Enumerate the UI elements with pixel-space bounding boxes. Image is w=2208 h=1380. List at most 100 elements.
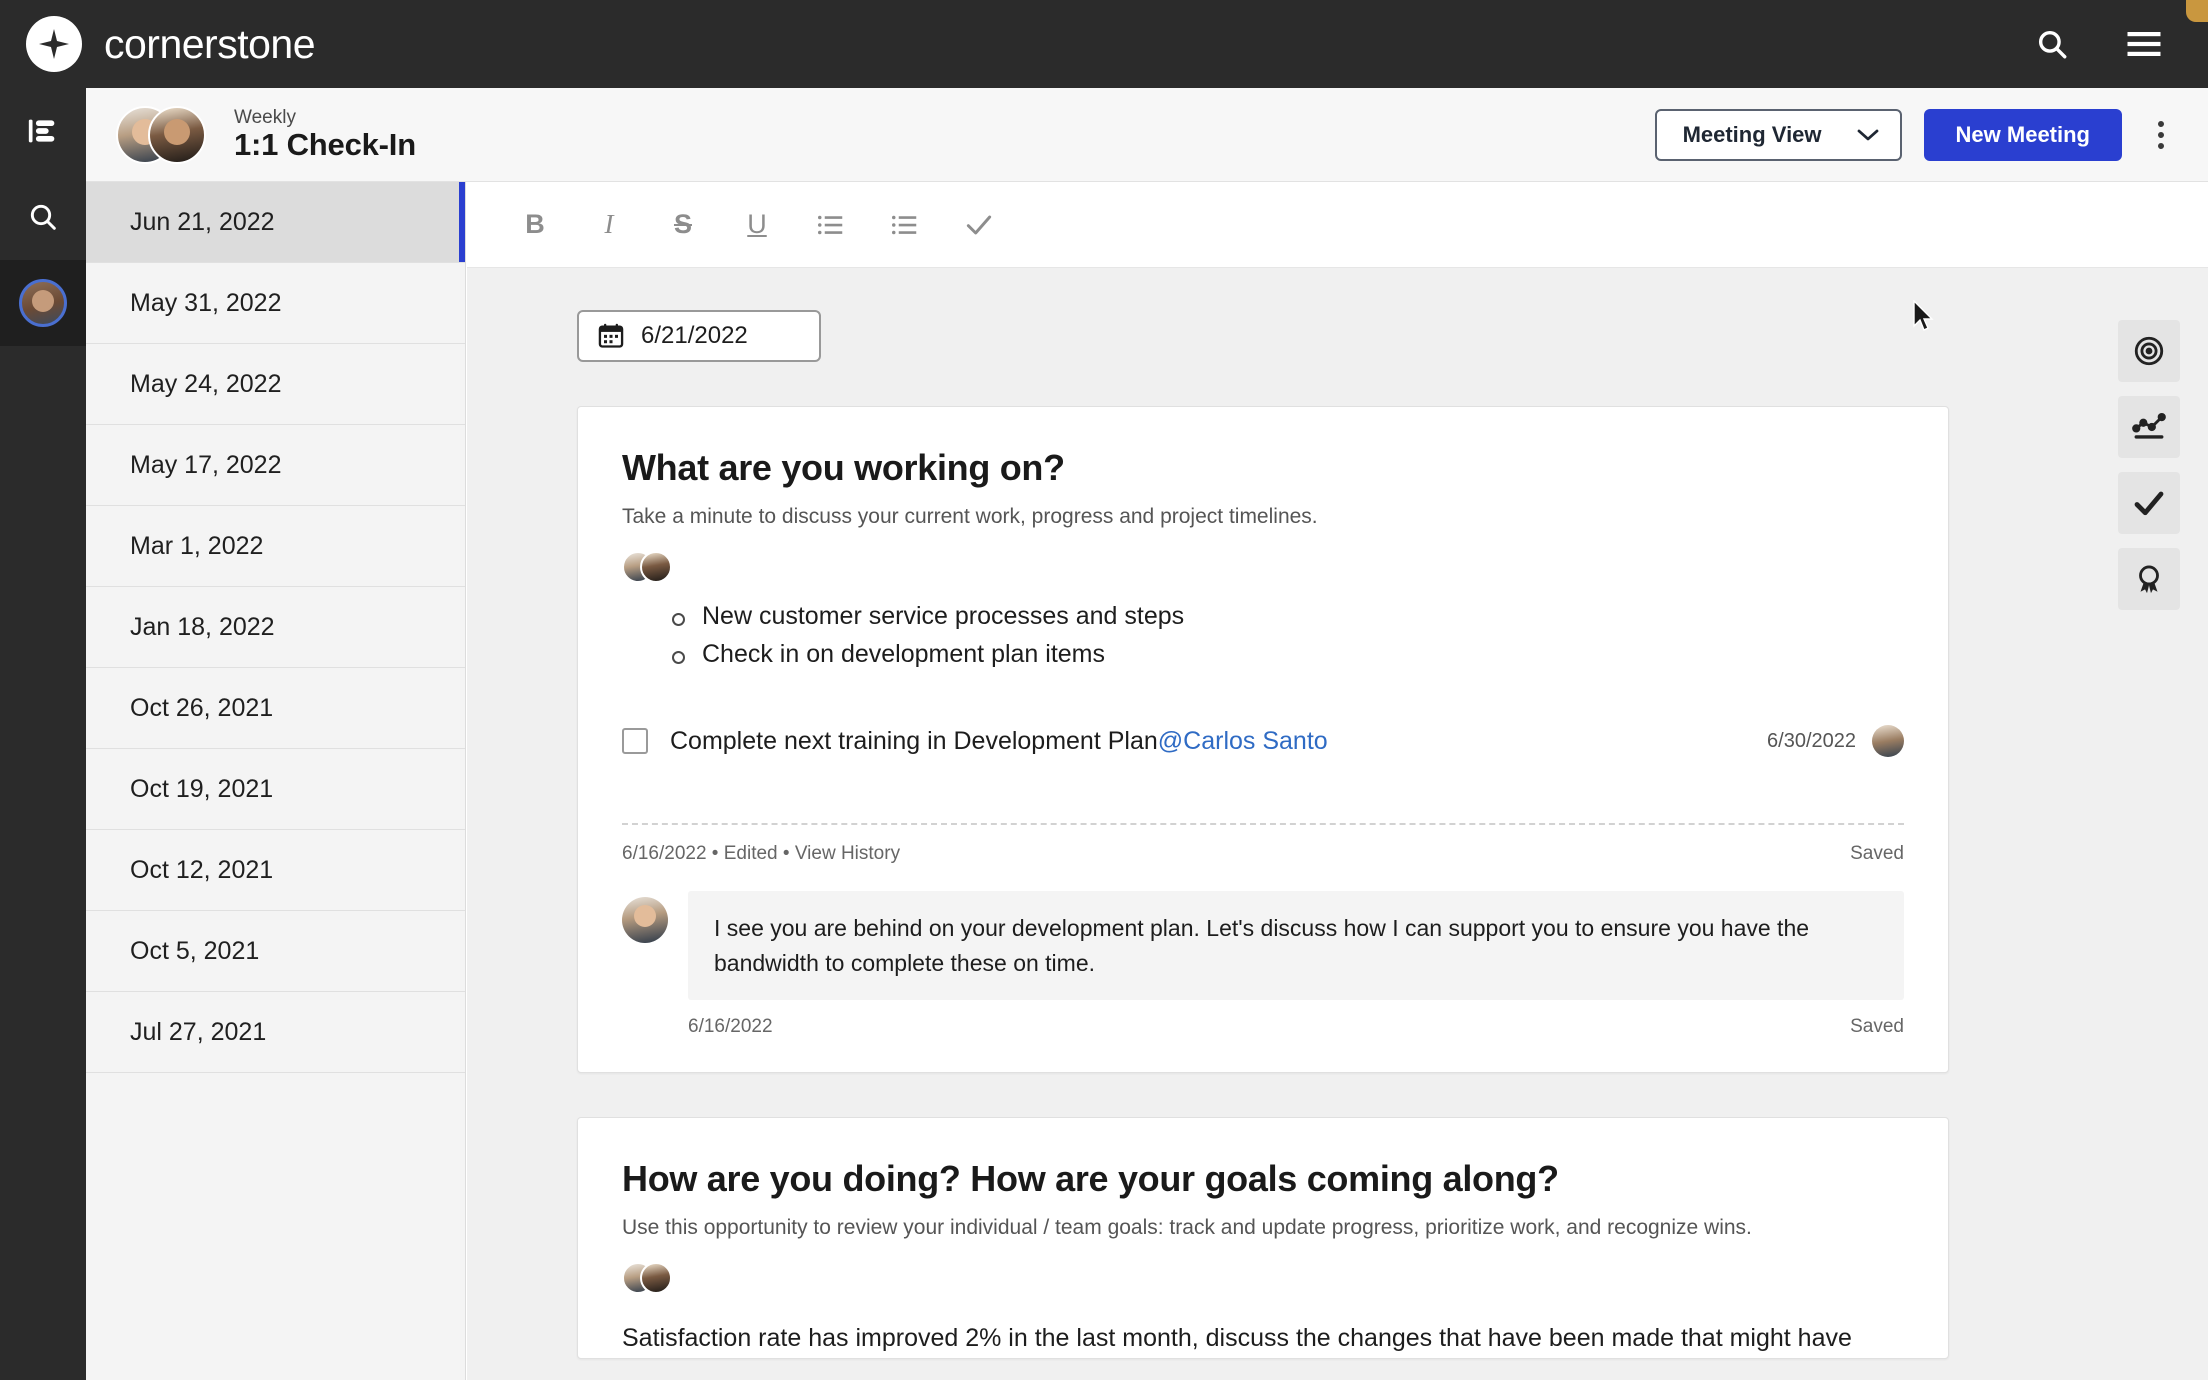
comment-date: 6/16/2022	[688, 1016, 773, 1038]
avatar-participant-2	[148, 106, 206, 164]
meeting-view-label: Meeting View	[1683, 122, 1822, 148]
card-title: What are you working on?	[622, 447, 1904, 489]
list-item[interactable]: Oct 26, 2021	[86, 668, 465, 749]
comment-text[interactable]: I see you are behind on your development…	[688, 891, 1904, 1000]
corner-accent	[2186, 0, 2208, 22]
nav-profile[interactable]	[0, 260, 86, 346]
date-label: May 24, 2022	[130, 370, 282, 399]
brand-name: cornerstone	[104, 21, 315, 68]
top-header-bar: cornerstone	[0, 0, 2208, 88]
panel-goals[interactable]	[2118, 320, 2180, 382]
task-meta: 6/30/2022	[1767, 725, 1904, 757]
cornerstone-star-icon	[26, 16, 82, 72]
note-card-goals: How are you doing? How are your goals co…	[577, 1117, 1949, 1359]
view-history-link[interactable]: View History	[795, 843, 900, 864]
date-label: May 17, 2022	[130, 451, 282, 480]
separator: •	[778, 843, 795, 864]
more-options-icon[interactable]	[2144, 109, 2178, 161]
list-item: Check in on development plan items	[668, 635, 1904, 673]
meeting-view-dropdown[interactable]: Meeting View	[1655, 109, 1902, 161]
date-label: Jul 27, 2021	[130, 1018, 266, 1047]
chevron-down-icon	[1856, 127, 1880, 143]
ordered-list-icon[interactable]	[803, 197, 859, 253]
award-badge-icon	[2132, 562, 2166, 596]
comment-column: I see you are behind on your development…	[688, 891, 1904, 1038]
task-due-date: 6/30/2022	[1767, 730, 1856, 753]
task-checkbox[interactable]	[622, 728, 648, 754]
meeting-date-list[interactable]: Jun 21, 2022 May 31, 2022 May 24, 2022 M…	[86, 182, 466, 1380]
card-subtitle: Take a minute to discuss your current wo…	[622, 505, 1904, 529]
avatar	[19, 279, 67, 327]
card-title: How are you doing? How are your goals co…	[622, 1158, 1904, 1200]
date-label: Mar 1, 2022	[130, 532, 263, 561]
calendar-icon	[597, 322, 625, 350]
card-body-text: Satisfaction rate has improved 2% in the…	[622, 1320, 1904, 1358]
date-label: Oct 26, 2021	[130, 694, 273, 723]
comment-meta: 6/16/2022 Saved	[688, 1016, 1904, 1038]
list-item[interactable]: May 17, 2022	[86, 425, 465, 506]
list-item[interactable]: May 24, 2022	[86, 344, 465, 425]
task-assignee-avatar	[1872, 725, 1904, 757]
new-meeting-button[interactable]: New Meeting	[1924, 109, 2122, 161]
comment-save-status: Saved	[1850, 1016, 1904, 1038]
nav-list[interactable]	[0, 88, 86, 174]
list-item[interactable]: May 31, 2022	[86, 263, 465, 344]
underline-button[interactable]: U	[729, 197, 785, 253]
note-edited-label: Edited	[724, 843, 778, 864]
meeting-titles: Weekly 1:1 Check-In	[234, 107, 416, 163]
target-goals-icon	[2132, 334, 2166, 368]
meeting-cadence: Weekly	[234, 107, 416, 128]
comment-author-avatar	[622, 897, 668, 943]
list-item[interactable]: Jun 21, 2022	[86, 182, 465, 263]
italic-button[interactable]: I	[581, 197, 637, 253]
list-item[interactable]: Jan 18, 2022	[86, 587, 465, 668]
panel-tasks[interactable]	[2118, 472, 2180, 534]
meeting-header: Weekly 1:1 Check-In Meeting View New Mee…	[86, 88, 2208, 182]
checkmark-tasks-icon	[2131, 485, 2167, 521]
list-item[interactable]: Oct 12, 2021	[86, 830, 465, 911]
comment-block: I see you are behind on your development…	[622, 891, 1904, 1072]
date-label: Oct 19, 2021	[130, 775, 273, 804]
right-tools-panel	[2118, 320, 2180, 610]
bullet-list-icon[interactable]	[877, 197, 933, 253]
avatar	[640, 1262, 672, 1294]
list-item[interactable]: Oct 19, 2021	[86, 749, 465, 830]
list-item[interactable]: Jul 27, 2021	[86, 992, 465, 1073]
card-participants-avatars	[622, 551, 680, 583]
list-item[interactable]: Oct 5, 2021	[86, 911, 465, 992]
note-bullet-list: New customer service processes and steps…	[668, 597, 1904, 673]
checkmark-icon[interactable]	[951, 197, 1007, 253]
editor-toolbar: B I S U	[467, 182, 2208, 268]
date-value: 6/21/2022	[641, 322, 748, 350]
meeting-actions: Meeting View New Meeting	[1655, 109, 2208, 161]
page-title: 1:1 Check-In	[234, 128, 416, 163]
line-chart-performance-icon	[2132, 410, 2166, 444]
nav-search[interactable]	[0, 174, 86, 260]
task-label: Complete next training in Development Pl…	[670, 727, 1328, 756]
panel-recognition[interactable]	[2118, 548, 2180, 610]
card-subtitle: Use this opportunity to review your indi…	[622, 1216, 1904, 1240]
note-edit-date: 6/16/2022	[622, 843, 707, 864]
meeting-notes-content: 6/21/2022 What are you working on? Take …	[467, 268, 2208, 1380]
brand-logo[interactable]: cornerstone	[0, 16, 315, 72]
app-root: cornerstone	[0, 0, 2208, 1380]
top-header-actions	[2030, 22, 2208, 66]
task-row: Complete next training in Development Pl…	[622, 725, 1904, 767]
search-icon[interactable]	[2030, 22, 2074, 66]
date-label: Oct 5, 2021	[130, 937, 259, 966]
left-nav-rail	[0, 88, 86, 1380]
bold-button[interactable]: B	[507, 197, 563, 253]
panel-performance[interactable]	[2118, 396, 2180, 458]
hamburger-menu-icon[interactable]	[2122, 22, 2166, 66]
task-text: Complete next training in Development Pl…	[670, 727, 1158, 755]
avatar	[640, 551, 672, 583]
date-label: May 31, 2022	[130, 289, 282, 318]
list-item[interactable]: Mar 1, 2022	[86, 506, 465, 587]
meeting-date-input[interactable]: 6/21/2022	[577, 310, 821, 362]
strikethrough-button[interactable]: S	[655, 197, 711, 253]
card-participants-avatars	[622, 1262, 680, 1294]
note-save-status: Saved	[1850, 843, 1904, 865]
mention-link[interactable]: @Carlos Santo	[1158, 727, 1328, 755]
note-meta-row: 6/16/2022 • Edited • View History Saved	[622, 823, 1904, 871]
separator: •	[707, 843, 724, 864]
